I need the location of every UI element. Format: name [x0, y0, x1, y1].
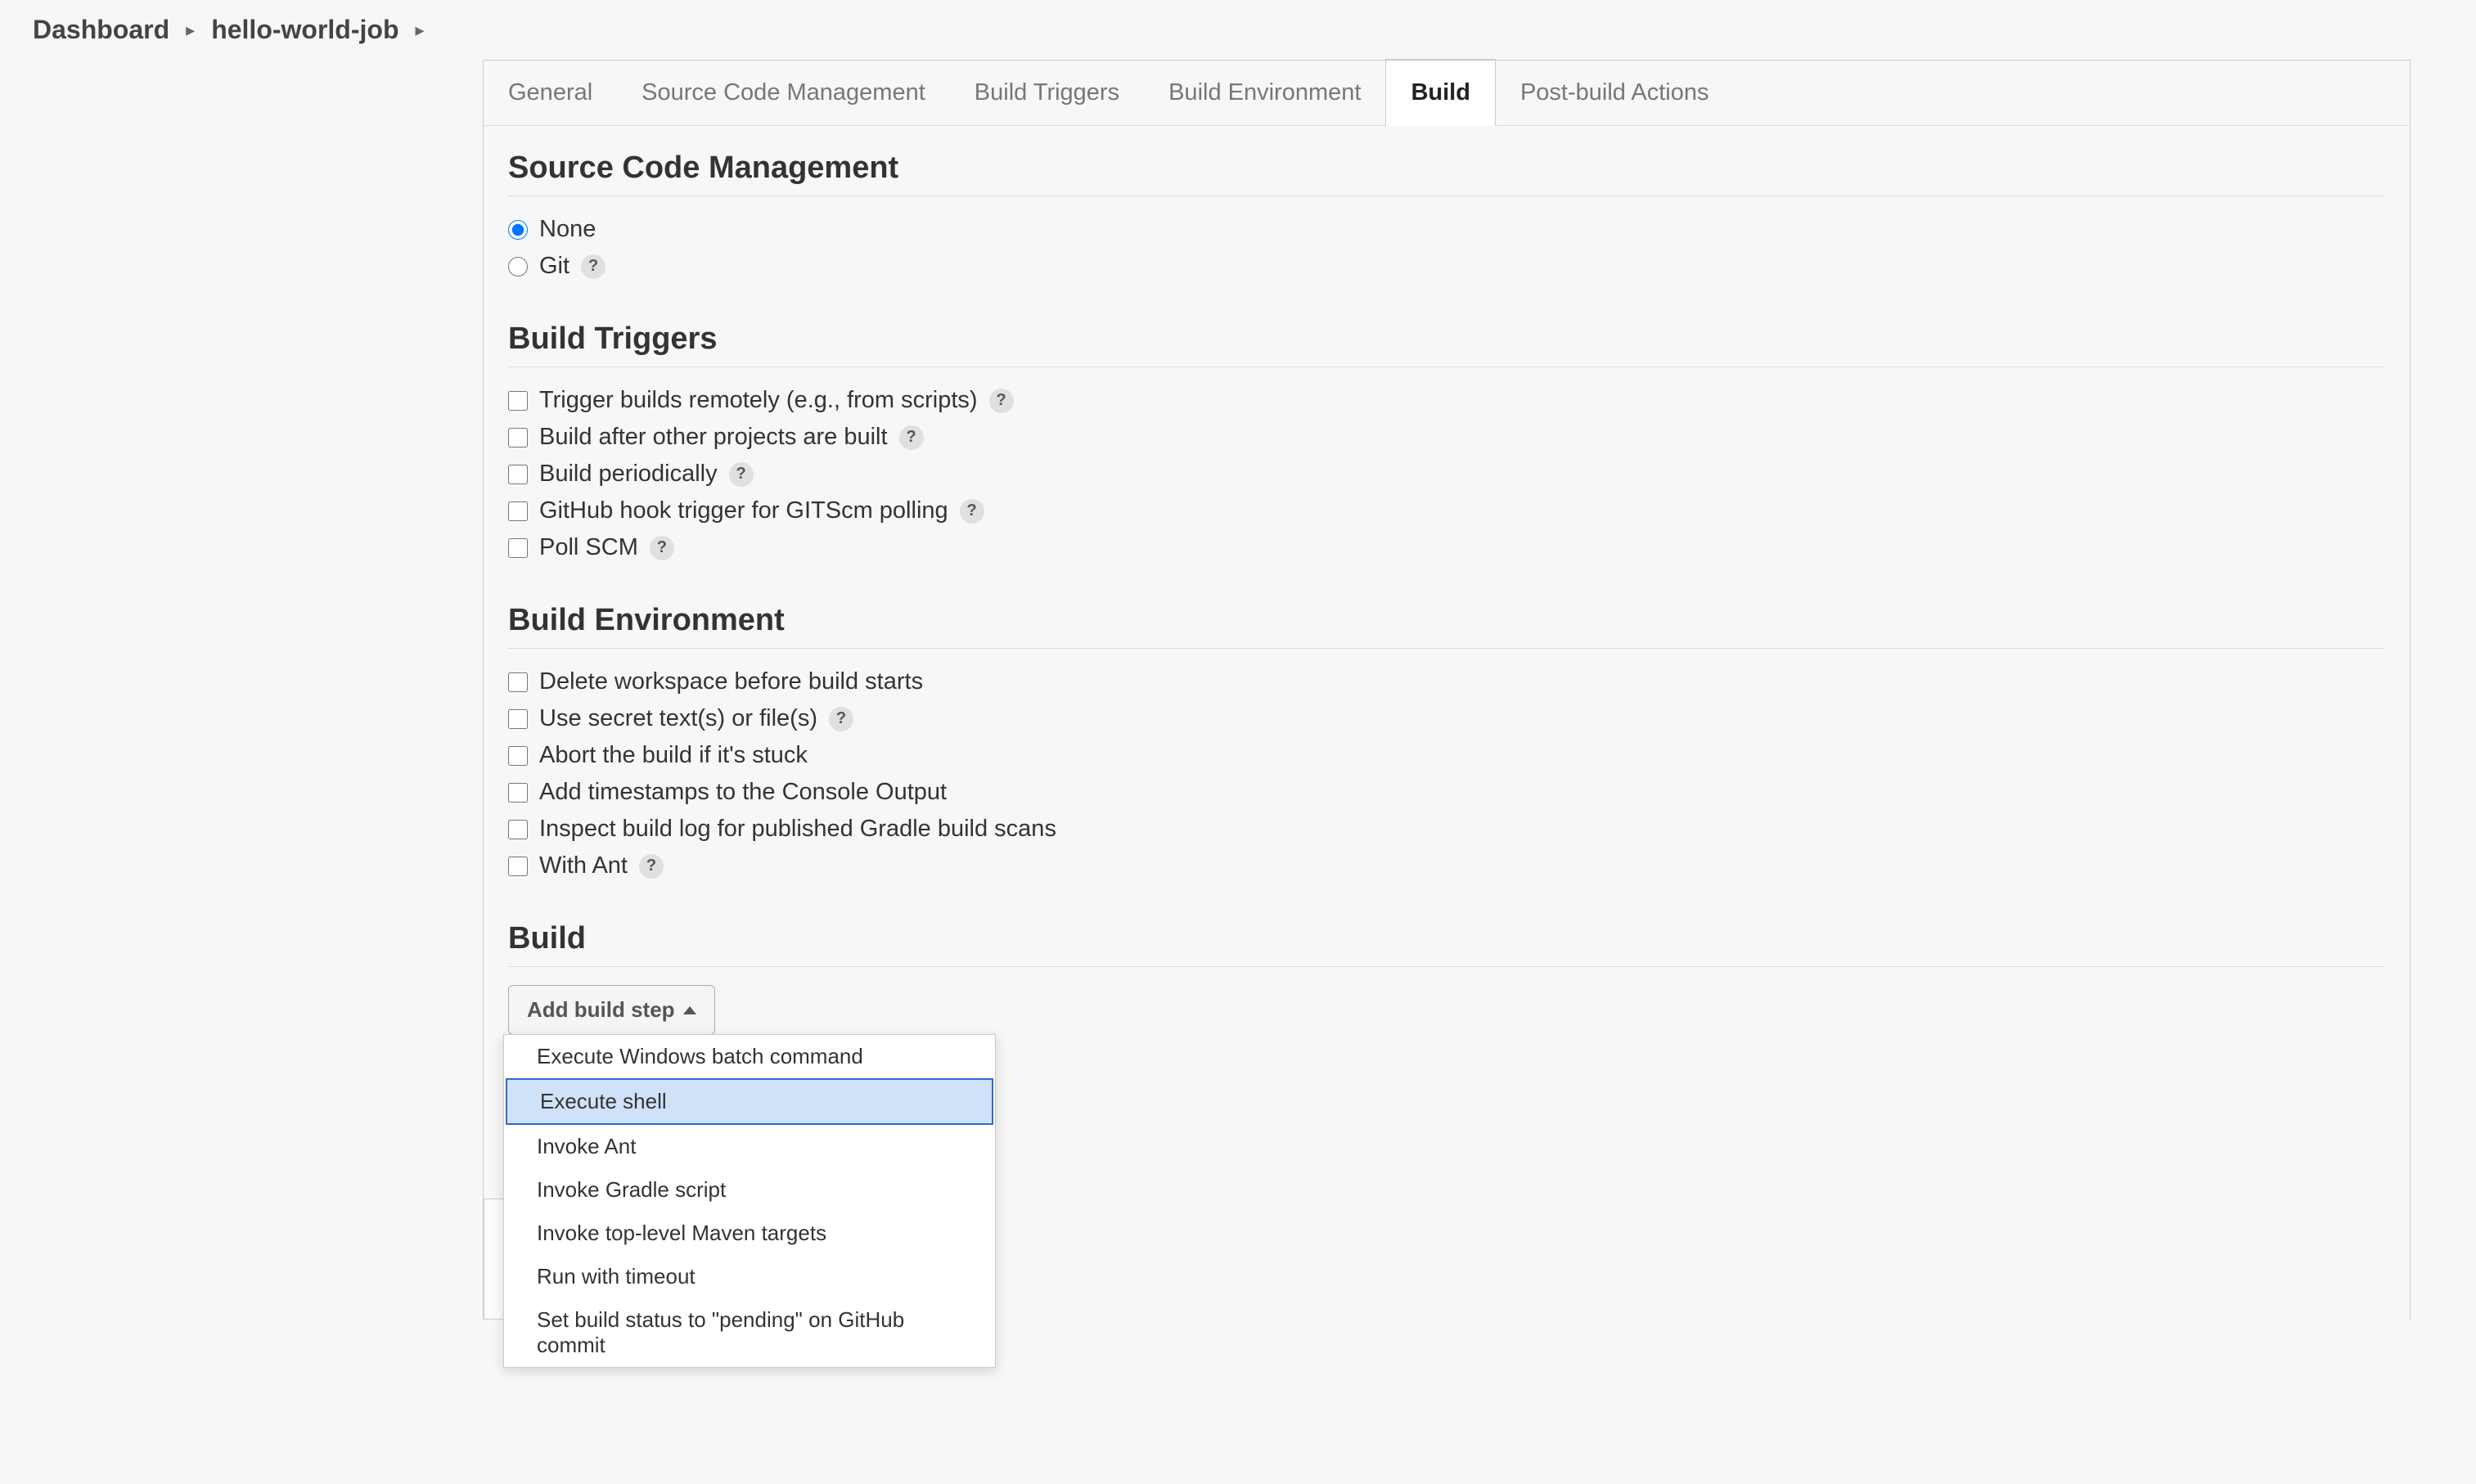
- chevron-right-icon: ▸: [186, 20, 195, 41]
- env-abort[interactable]: Abort the build if it's stuck: [508, 737, 2385, 774]
- radio-scm-git[interactable]: [508, 257, 528, 277]
- option-label: Use secret text(s) or file(s): [539, 705, 817, 732]
- option-label: With Ant: [539, 852, 628, 879]
- trigger-periodic[interactable]: Build periodically ?: [508, 456, 2385, 492]
- section-title-env: Build Environment: [508, 603, 2385, 649]
- dropdown-item-execute-shell[interactable]: Execute shell: [506, 1078, 993, 1125]
- chevron-right-icon: ▸: [415, 20, 424, 41]
- help-icon[interactable]: ?: [829, 707, 853, 731]
- option-label: Build periodically: [539, 461, 718, 488]
- trigger-github[interactable]: GitHub hook trigger for GITScm polling ?: [508, 492, 2385, 529]
- env-ant[interactable]: With Ant ?: [508, 848, 2385, 884]
- checkbox-trigger-github[interactable]: [508, 501, 528, 521]
- help-icon[interactable]: ?: [989, 389, 1014, 413]
- option-label: Git: [539, 253, 569, 280]
- checkbox-trigger-after[interactable]: [508, 428, 528, 447]
- config-panel: General Source Code Management Build Tri…: [483, 60, 2411, 1320]
- option-label: None: [539, 216, 596, 243]
- build-step-dropdown: Execute Windows batch command Execute sh…: [503, 1034, 996, 1368]
- option-label: Poll SCM: [539, 534, 638, 561]
- checkbox-env-ant[interactable]: [508, 857, 528, 876]
- checkbox-env-timestamps[interactable]: [508, 783, 528, 803]
- tab-triggers[interactable]: Build Triggers: [950, 61, 1144, 125]
- help-icon[interactable]: ?: [639, 854, 664, 879]
- env-options: Delete workspace before build starts Use…: [508, 663, 2385, 884]
- option-label: Delete workspace before build starts: [539, 668, 923, 695]
- scm-options: None Git ?: [508, 211, 2385, 285]
- checkbox-env-abort[interactable]: [508, 746, 528, 766]
- dropdown-item-invoke-maven[interactable]: Invoke top-level Maven targets: [504, 1212, 995, 1255]
- breadcrumb-job[interactable]: hello-world-job: [211, 15, 398, 45]
- config-tabs: General Source Code Management Build Tri…: [484, 61, 2410, 126]
- help-icon[interactable]: ?: [650, 536, 674, 560]
- add-build-step-label: Add build step: [527, 997, 675, 1023]
- help-icon[interactable]: ?: [960, 499, 984, 524]
- checkbox-env-delete[interactable]: [508, 672, 528, 692]
- dropdown-item-invoke-gradle[interactable]: Invoke Gradle script: [504, 1168, 995, 1212]
- section-title-triggers: Build Triggers: [508, 322, 2385, 367]
- tab-env[interactable]: Build Environment: [1144, 61, 1385, 125]
- env-timestamps[interactable]: Add timestamps to the Console Output: [508, 774, 2385, 811]
- env-secret[interactable]: Use secret text(s) or file(s) ?: [508, 700, 2385, 737]
- caret-up-icon: [683, 1006, 696, 1014]
- env-delete-workspace[interactable]: Delete workspace before build starts: [508, 663, 2385, 700]
- option-label: Trigger builds remotely (e.g., from scri…: [539, 387, 978, 414]
- tab-scm[interactable]: Source Code Management: [617, 61, 950, 125]
- section-title-scm: Source Code Management: [508, 151, 2385, 196]
- tab-general[interactable]: General: [484, 61, 617, 125]
- section-title-build: Build: [508, 921, 2385, 967]
- scm-option-none[interactable]: None: [508, 211, 2385, 248]
- checkbox-env-secret[interactable]: [508, 709, 528, 729]
- breadcrumb: Dashboard ▸ hello-world-job ▸: [0, 0, 2476, 60]
- dropdown-item-run-timeout[interactable]: Run with timeout: [504, 1255, 995, 1298]
- option-label: Inspect build log for published Gradle b…: [539, 816, 1056, 843]
- scm-option-git[interactable]: Git ?: [508, 248, 2385, 285]
- option-label: Abort the build if it's stuck: [539, 742, 808, 769]
- help-icon[interactable]: ?: [899, 425, 924, 450]
- dropdown-item-invoke-ant[interactable]: Invoke Ant: [504, 1125, 995, 1168]
- trigger-options: Trigger builds remotely (e.g., from scri…: [508, 382, 2385, 566]
- trigger-poll[interactable]: Poll SCM ?: [508, 529, 2385, 566]
- option-label: GitHub hook trigger for GITScm polling: [539, 497, 948, 524]
- tab-build[interactable]: Build: [1385, 59, 1496, 126]
- dropdown-item-windows-batch[interactable]: Execute Windows batch command: [504, 1035, 995, 1078]
- help-icon[interactable]: ?: [581, 254, 605, 279]
- checkbox-trigger-periodic[interactable]: [508, 465, 528, 484]
- breadcrumb-root[interactable]: Dashboard: [33, 15, 169, 45]
- checkbox-env-gradle[interactable]: [508, 820, 528, 839]
- help-icon[interactable]: ?: [729, 462, 754, 487]
- add-build-step-button[interactable]: Add build step: [508, 985, 715, 1035]
- trigger-after[interactable]: Build after other projects are built ?: [508, 419, 2385, 456]
- radio-scm-none[interactable]: [508, 220, 528, 240]
- tab-postbuild[interactable]: Post-build Actions: [1496, 61, 1734, 125]
- env-gradle[interactable]: Inspect build log for published Gradle b…: [508, 811, 2385, 848]
- dropdown-item-github-status[interactable]: Set build status to "pending" on GitHub …: [504, 1298, 995, 1367]
- option-label: Add timestamps to the Console Output: [539, 779, 947, 806]
- option-label: Build after other projects are built: [539, 424, 888, 451]
- checkbox-trigger-poll[interactable]: [508, 538, 528, 558]
- trigger-remote[interactable]: Trigger builds remotely (e.g., from scri…: [508, 382, 2385, 419]
- checkbox-trigger-remote[interactable]: [508, 391, 528, 411]
